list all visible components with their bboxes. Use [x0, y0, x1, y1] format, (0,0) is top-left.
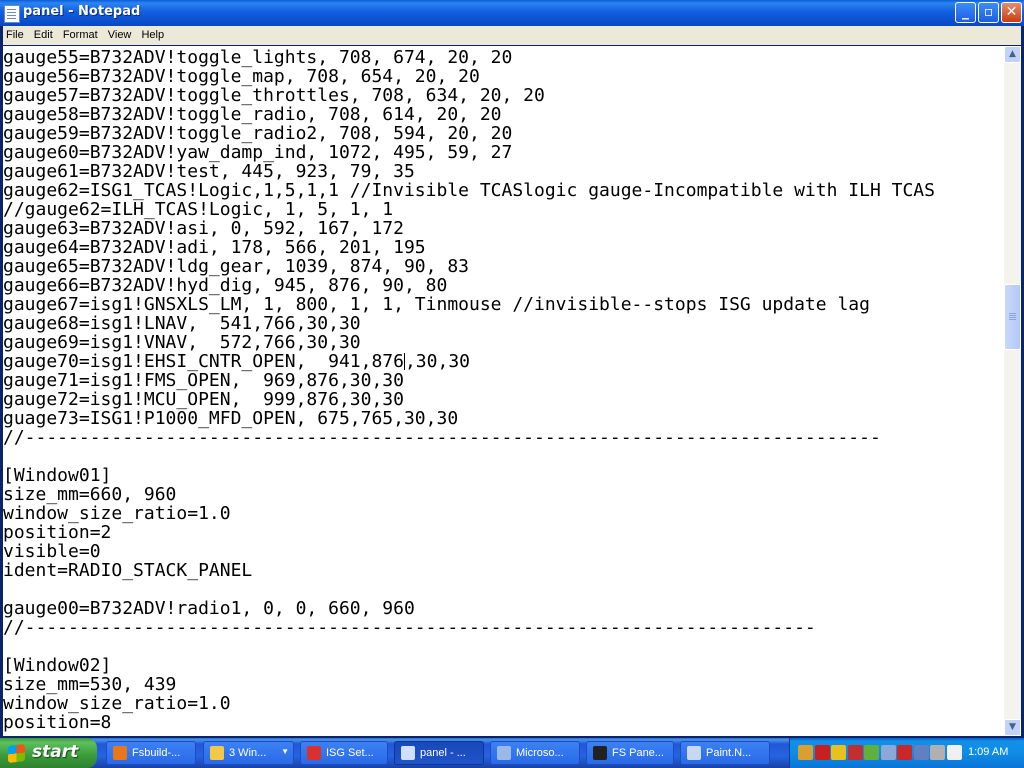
- taskbar-button-label: Microso...: [516, 747, 564, 759]
- taskbar-button-label: FS Pane...: [612, 747, 664, 759]
- text-line: visible=0: [3, 541, 101, 562]
- app-icon: [593, 746, 607, 760]
- text-line: gauge63=B732ADV!asi, 0, 592, 167, 172: [3, 218, 404, 239]
- taskbar-button-label: Paint.N...: [706, 747, 752, 759]
- app-icon: [113, 746, 127, 760]
- minimize-button[interactable]: _: [955, 2, 976, 23]
- text-line: gauge66=B732ADV!hyd_dig, 945, 876, 90, 8…: [3, 275, 448, 296]
- text-line: gauge67=isg1!GNSXLS_LM, 1, 800, 1, 1, Ti…: [3, 294, 870, 315]
- warning-icon[interactable]: [831, 745, 846, 760]
- app-icon: [497, 746, 511, 760]
- monitor-icon[interactable]: [913, 745, 929, 760]
- text-line: position=2: [3, 522, 112, 543]
- antivirus-icon[interactable]: [798, 745, 813, 760]
- text-line: window_size_ratio=1.0: [3, 693, 231, 714]
- taskbar: start Fsbuild-... 3 Win... ▼ ISG Set... pane…: [0, 738, 1024, 768]
- menu-view[interactable]: View: [105, 26, 136, 41]
- scroll-up-button[interactable]: ▲: [1004, 46, 1021, 63]
- taskbar-button-label: 3 Win...: [229, 747, 267, 759]
- start-label: start: [32, 742, 79, 762]
- chevron-down-icon: ▼: [281, 747, 289, 756]
- text-line: gauge58=B732ADV!toggle_radio, 708, 614, …: [3, 104, 502, 125]
- scroll-thumb[interactable]: [1004, 284, 1021, 350]
- text-line: gauge61=B732ADV!test, 445, 923, 79, 35: [3, 161, 415, 182]
- title-bar[interactable]: panel - Notepad _ ▫ ✕: [0, 0, 1024, 26]
- taskbar-button[interactable]: ISG Set...: [300, 741, 388, 765]
- taskbar-button-label: panel - ...: [420, 747, 466, 759]
- text-line: [Window01]: [3, 465, 112, 486]
- taskbar-button[interactable]: Paint.N...: [680, 741, 770, 765]
- clock: 1:09 AM: [968, 746, 1009, 758]
- notepad-window: panel - Notepad _ ▫ ✕ File Edit Format V…: [0, 0, 1024, 738]
- m-icon[interactable]: [946, 745, 962, 760]
- menu-format[interactable]: Format: [60, 26, 102, 41]
- text-line: gauge56=B732ADV!toggle_map, 708, 654, 20…: [3, 66, 480, 87]
- maximize-button[interactable]: ▫: [978, 2, 999, 23]
- start-button[interactable]: start: [0, 738, 97, 768]
- audio-icon[interactable]: [930, 745, 945, 760]
- text-line: window_size_ratio=1.0: [3, 503, 231, 524]
- text-line: gauge59=B732ADV!toggle_radio2, 708, 594,…: [3, 123, 513, 144]
- taskbar-button-label: ISG Set...: [326, 747, 374, 759]
- menu-help[interactable]: Help: [138, 26, 168, 41]
- text-line: gauge64=B732ADV!adi, 178, 566, 201, 195: [3, 237, 426, 258]
- text-line: [3, 447, 935, 466]
- text-line: gauge62=ISG1_TCAS!Logic,1,5,1,1 //Invisi…: [3, 180, 935, 201]
- menu-edit[interactable]: Edit: [31, 26, 57, 41]
- text-editor[interactable]: gauge55=B732ADV!toggle_lights, 708, 674,…: [3, 46, 1004, 736]
- security-icon[interactable]: [847, 745, 863, 760]
- text-line: gauge71=isg1!FMS_OPEN, 969,876,30,30: [3, 370, 404, 391]
- pdf-icon[interactable]: [814, 745, 830, 760]
- text-line: gauge68=isg1!LNAV, 541,766,30,30: [3, 313, 361, 334]
- text-line: gauge72=isg1!MCU_OPEN, 999,876,30,30: [3, 389, 404, 410]
- taskbar-button[interactable]: 3 Win... ▼: [203, 741, 294, 765]
- text-line: gauge65=B732ADV!ldg_gear, 1039, 874, 90,…: [3, 256, 469, 277]
- text-line: ident=RADIO_STACK_PANEL: [3, 560, 253, 581]
- editor-text: gauge55=B732ADV!toggle_lights, 708, 674,…: [3, 48, 935, 732]
- text-line: //--------------------------------------…: [3, 427, 881, 448]
- window-title: panel - Notepad: [23, 4, 141, 19]
- text-line: position=8: [3, 712, 112, 733]
- app-icon: [687, 746, 701, 760]
- system-tray: 1:09 AM: [789, 738, 1024, 768]
- text-line: size_mm=660, 960: [3, 484, 177, 505]
- text-line: size_mm=530, 439: [3, 674, 177, 695]
- vertical-scrollbar[interactable]: ▲ ▼: [1004, 46, 1021, 736]
- text-line: gauge70=isg1!EHSI_CNTR_OPEN, 941,876,30,…: [3, 351, 470, 372]
- taskbar-button[interactable]: FS Pane...: [586, 741, 674, 765]
- scroll-down-button[interactable]: ▼: [1004, 719, 1021, 736]
- taskbar-button[interactable]: panel - ...: [394, 741, 484, 765]
- text-line: //gauge62=ILH_TCAS!Logic, 1, 5, 1, 1: [3, 199, 394, 220]
- app-icon: [401, 746, 415, 760]
- nvidia-icon[interactable]: [864, 745, 879, 760]
- network-icon[interactable]: [880, 745, 896, 760]
- text-line: [3, 580, 935, 599]
- text-line: gauge55=B732ADV!toggle_lights, 708, 674,…: [3, 47, 513, 68]
- shield-icon[interactable]: [897, 745, 912, 760]
- text-line: guage73=ISG1!P1000_MFD_OPEN, 675,765,30,…: [3, 408, 459, 429]
- notepad-icon: [4, 5, 20, 23]
- menu-bar: File Edit Format View Help: [3, 26, 1021, 45]
- text-line: [3, 637, 935, 656]
- taskbar-button[interactable]: Fsbuild-...: [106, 741, 196, 765]
- text-line: gauge00=B732ADV!radio1, 0, 0, 660, 960: [3, 598, 415, 619]
- close-button[interactable]: ✕: [1001, 2, 1022, 23]
- text-line: gauge69=isg1!VNAV, 572,766,30,30: [3, 332, 361, 353]
- menu-file[interactable]: File: [3, 26, 28, 41]
- taskbar-button[interactable]: Microso...: [490, 741, 580, 765]
- text-line: gauge57=B732ADV!toggle_throttles, 708, 6…: [3, 85, 545, 106]
- text-line: [Window02]: [3, 655, 112, 676]
- windows-logo-icon: [8, 744, 25, 763]
- text-line: //--------------------------------------…: [3, 617, 816, 638]
- taskbar-button-label: Fsbuild-...: [132, 747, 181, 759]
- app-icon: [307, 746, 321, 760]
- app-icon: [210, 746, 224, 760]
- text-line: gauge60=B732ADV!yaw_damp_ind, 1072, 495,…: [3, 142, 513, 163]
